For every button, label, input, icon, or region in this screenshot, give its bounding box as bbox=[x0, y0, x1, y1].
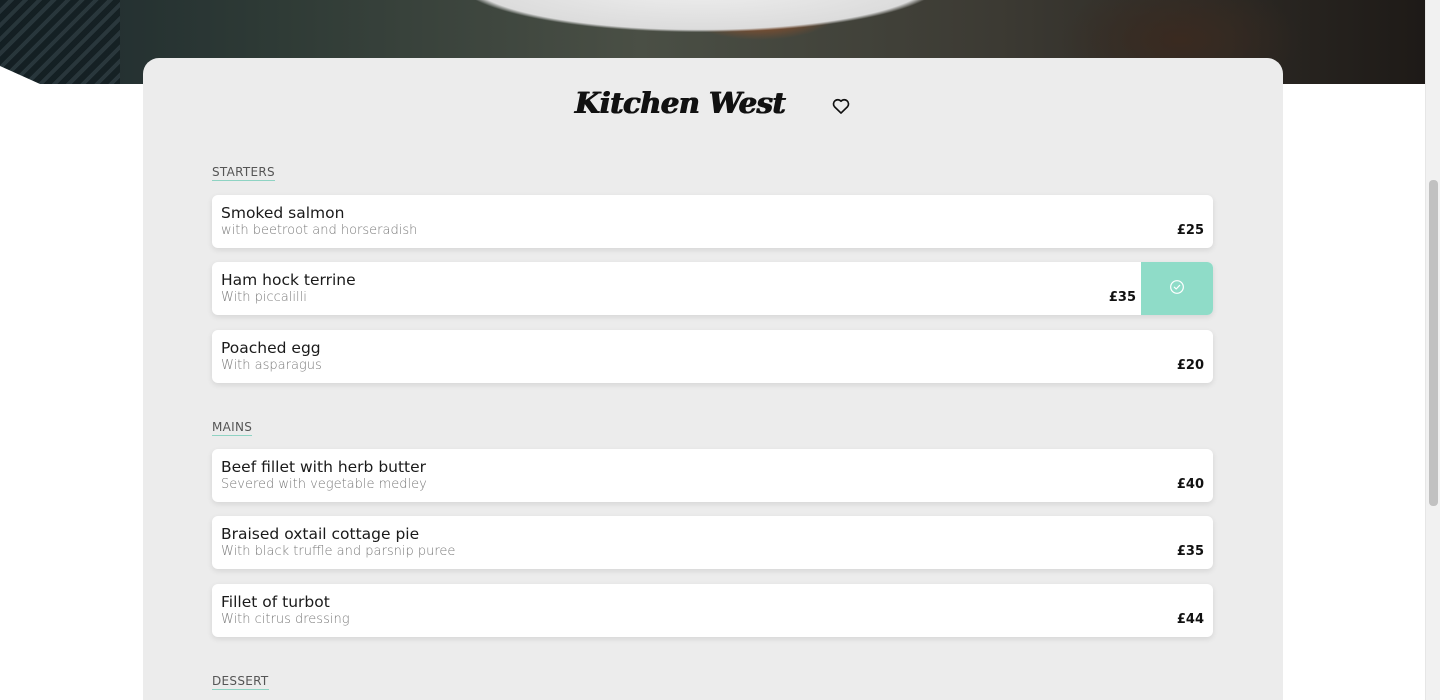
section-label-dessert: DESSERT bbox=[212, 674, 269, 690]
item-description: With black truffle and parsnip puree bbox=[221, 544, 456, 559]
check-circle-icon bbox=[1169, 279, 1185, 299]
title-row: Kitchen West bbox=[143, 86, 1283, 130]
item-description: With asparagus bbox=[221, 358, 322, 373]
menu-item[interactable]: Poached egg With asparagus £20 bbox=[212, 330, 1213, 383]
item-name: Ham hock terrine bbox=[221, 271, 356, 289]
item-price: £44 bbox=[1176, 612, 1204, 627]
item-price: £25 bbox=[1176, 223, 1204, 238]
item-description: with beetroot and horseradish bbox=[221, 223, 418, 238]
section-label-starters: STARTERS bbox=[212, 165, 275, 181]
menu-item[interactable]: Braised oxtail cottage pie With black tr… bbox=[212, 516, 1213, 569]
heart-icon[interactable] bbox=[831, 96, 851, 116]
page-scrollbar[interactable] bbox=[1425, 0, 1440, 700]
section-label-mains: MAINS bbox=[212, 420, 253, 436]
item-price: £20 bbox=[1176, 358, 1204, 373]
item-name: Braised oxtail cottage pie bbox=[221, 525, 420, 543]
item-description: With citrus dressing bbox=[221, 612, 350, 627]
item-price: £40 bbox=[1176, 477, 1204, 492]
restaurant-title: Kitchen West bbox=[575, 86, 786, 120]
scrollbar-thumb[interactable] bbox=[1429, 180, 1438, 506]
menu-card: Kitchen West STARTERS Smoked salmon with… bbox=[143, 58, 1283, 700]
menu-item-selected[interactable]: Ham hock terrine With piccalilli £35 bbox=[212, 262, 1213, 315]
menu-item[interactable]: Fillet of turbot With citrus dressing £4… bbox=[212, 584, 1213, 637]
menu-item[interactable]: Beef fillet with herb butter Severed wit… bbox=[212, 449, 1213, 502]
item-name: Smoked salmon bbox=[221, 204, 345, 222]
selected-check-button[interactable] bbox=[1141, 262, 1213, 315]
item-price: £35 bbox=[1108, 290, 1136, 305]
item-name: Poached egg bbox=[221, 339, 321, 357]
menu-item[interactable]: Smoked salmon with beetroot and horserad… bbox=[212, 195, 1213, 248]
item-price: £35 bbox=[1176, 544, 1204, 559]
item-name: Beef fillet with herb butter bbox=[221, 458, 427, 476]
item-description: Severed with vegetable medley bbox=[221, 477, 427, 492]
item-name: Fillet of turbot bbox=[221, 593, 330, 611]
item-description: With piccalilli bbox=[221, 290, 307, 305]
